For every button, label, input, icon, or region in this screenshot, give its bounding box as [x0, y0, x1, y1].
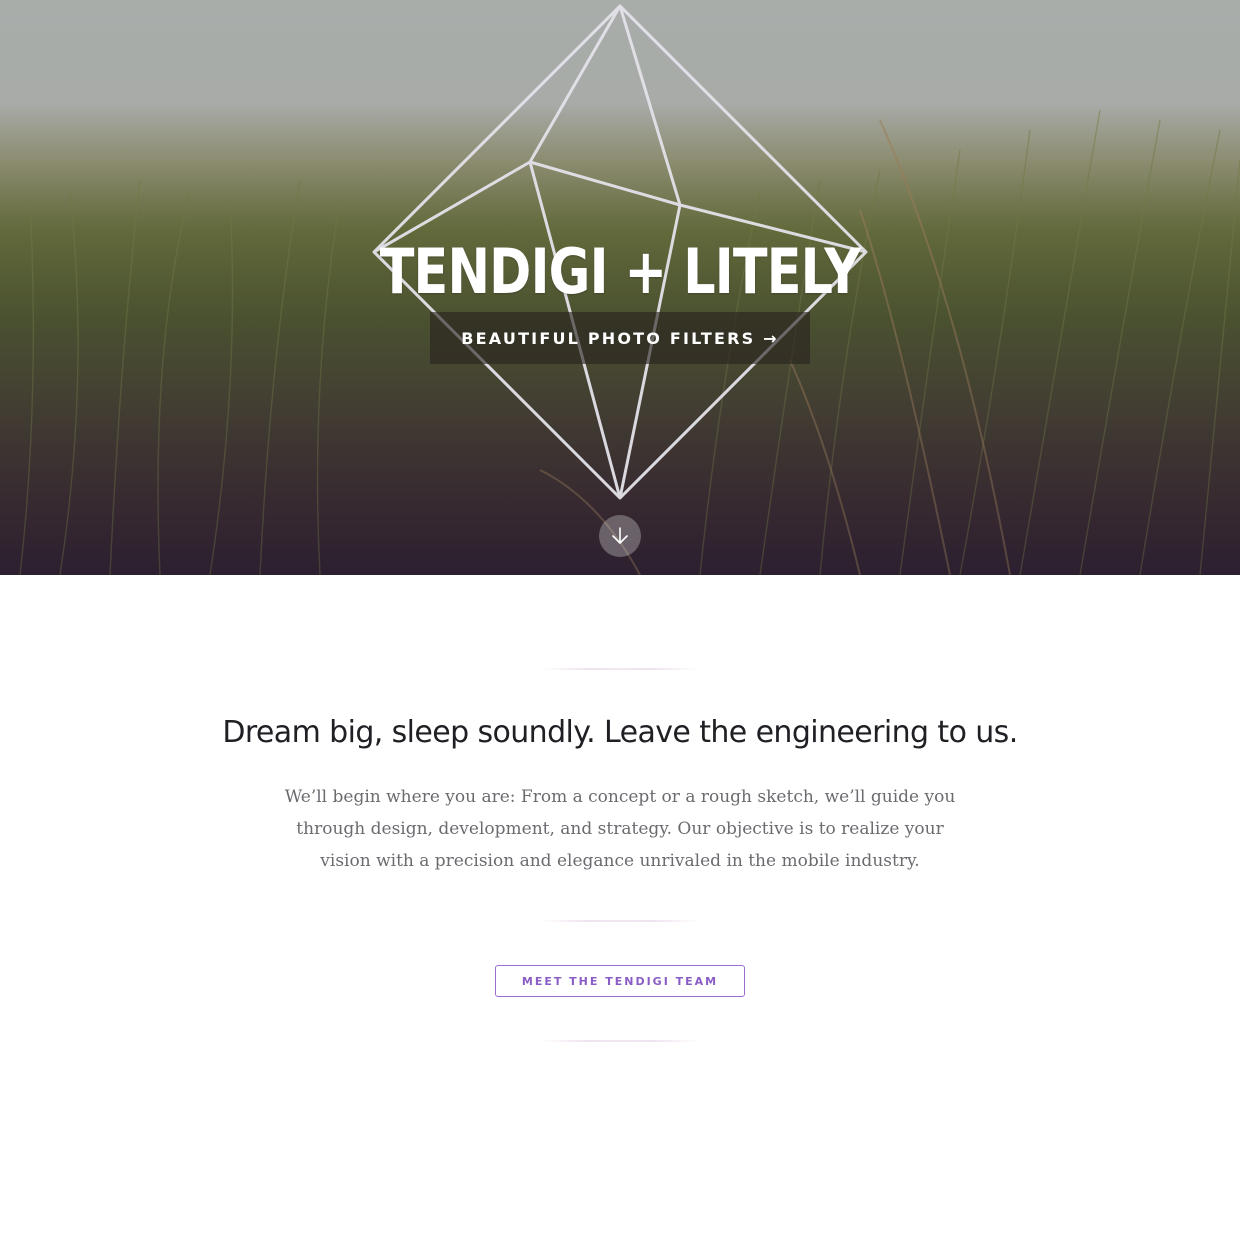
divider-top: [540, 668, 700, 670]
hero-title: TENDIGI + LITELY: [379, 235, 861, 308]
meet-team-button[interactable]: MEET THE TENDIGI TEAM: [495, 965, 745, 997]
scroll-down-button[interactable]: [599, 515, 641, 557]
hero-section: TENDIGI + LITELY BEAUTIFUL PHOTO FILTERS…: [0, 0, 1240, 575]
arrow-down-icon: [612, 527, 628, 544]
intro-body: We’ll begin where you are: From a concep…: [284, 787, 956, 871]
intro-headline: Dream big, sleep soundly. Leave the engi…: [222, 715, 1018, 750]
photo-filters-button[interactable]: BEAUTIFUL PHOTO FILTERS →: [430, 312, 810, 364]
divider-bottom: [540, 1040, 700, 1042]
divider-middle: [540, 920, 700, 922]
